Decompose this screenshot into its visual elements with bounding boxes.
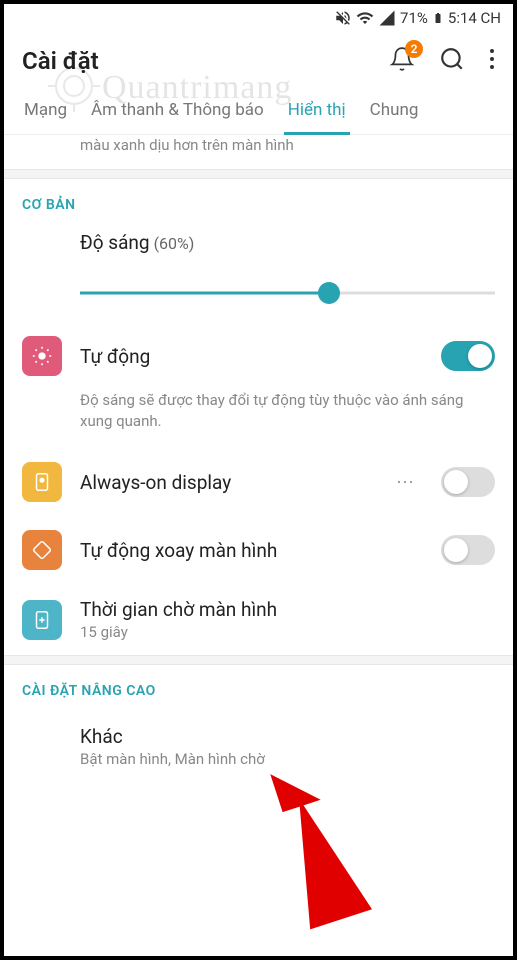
settings-content[interactable]: màu xanh dịu hơn trên màn hình CƠ BẢN Độ… <box>4 135 513 951</box>
screen-timeout-row[interactable]: Thời gian chờ màn hình 15 giây <box>4 584 513 655</box>
mute-icon <box>334 9 352 27</box>
brightness-label: Độ sáng <box>80 231 150 254</box>
notifications-button[interactable]: 2 <box>389 46 415 76</box>
brightness-row[interactable]: Độ sáng (60%) <box>4 225 513 260</box>
section-basic-header: CƠ BẢN <box>4 179 513 225</box>
tab-general[interactable]: Chung <box>358 86 431 134</box>
battery-percent: 71% <box>400 9 428 27</box>
auto-brightness-desc: Độ sáng sẽ được thay đổi tự động tùy thu… <box>4 390 513 448</box>
more-dots-icon[interactable]: ⋯ <box>396 472 415 493</box>
partial-previous-item: màu xanh dịu hơn trên màn hình <box>4 135 513 169</box>
auto-rotate-toggle[interactable] <box>441 535 495 565</box>
auto-brightness-toggle[interactable] <box>441 341 495 371</box>
app-header: Cài đặt 2 <box>4 32 513 86</box>
rotate-icon <box>22 530 62 570</box>
other-label: Khác <box>80 725 495 748</box>
screen-timeout-value: 15 giây <box>80 623 495 641</box>
brightness-percent: (60%) <box>154 234 195 253</box>
timeout-icon <box>22 600 62 640</box>
auto-rotate-label: Tự động xoay màn hình <box>80 539 423 562</box>
tab-sound[interactable]: Âm thanh & Thông báo <box>79 86 276 134</box>
section-advanced-header: CÀI ĐẶT NÂNG CAO <box>4 665 513 711</box>
status-time: 5:14 CH <box>448 9 501 27</box>
slider-thumb[interactable] <box>318 282 340 304</box>
auto-brightness-row[interactable]: Tự động <box>4 322 513 390</box>
divider <box>4 655 513 665</box>
search-button[interactable] <box>439 46 465 76</box>
signal-icon <box>378 9 396 27</box>
status-bar: 71% 5:14 CH <box>4 4 513 32</box>
tab-display[interactable]: Hiển thị <box>276 86 358 134</box>
page-title: Cài đặt <box>22 47 377 75</box>
brightness-slider[interactable] <box>80 282 495 304</box>
screen-timeout-label: Thời gian chờ màn hình <box>80 598 495 621</box>
always-on-toggle[interactable] <box>441 467 495 497</box>
brightness-auto-icon <box>22 336 62 376</box>
other-sub: Bật màn hình, Màn hình chờ <box>80 750 495 768</box>
battery-icon <box>432 9 444 27</box>
other-row[interactable]: Khác Bật màn hình, Màn hình chờ <box>4 711 513 782</box>
always-on-row[interactable]: Always-on display ⋯ <box>4 448 513 516</box>
always-on-icon <box>22 462 62 502</box>
more-button[interactable] <box>489 48 495 74</box>
always-on-label: Always-on display <box>80 471 378 494</box>
tab-network[interactable]: Mạng <box>12 86 79 134</box>
notification-badge: 2 <box>405 40 423 58</box>
auto-brightness-label: Tự động <box>80 345 423 368</box>
settings-tabs: Mạng Âm thanh & Thông báo Hiển thị Chung <box>4 86 513 135</box>
divider <box>4 169 513 179</box>
auto-rotate-row[interactable]: Tự động xoay màn hình <box>4 516 513 584</box>
wifi-icon <box>356 9 374 27</box>
